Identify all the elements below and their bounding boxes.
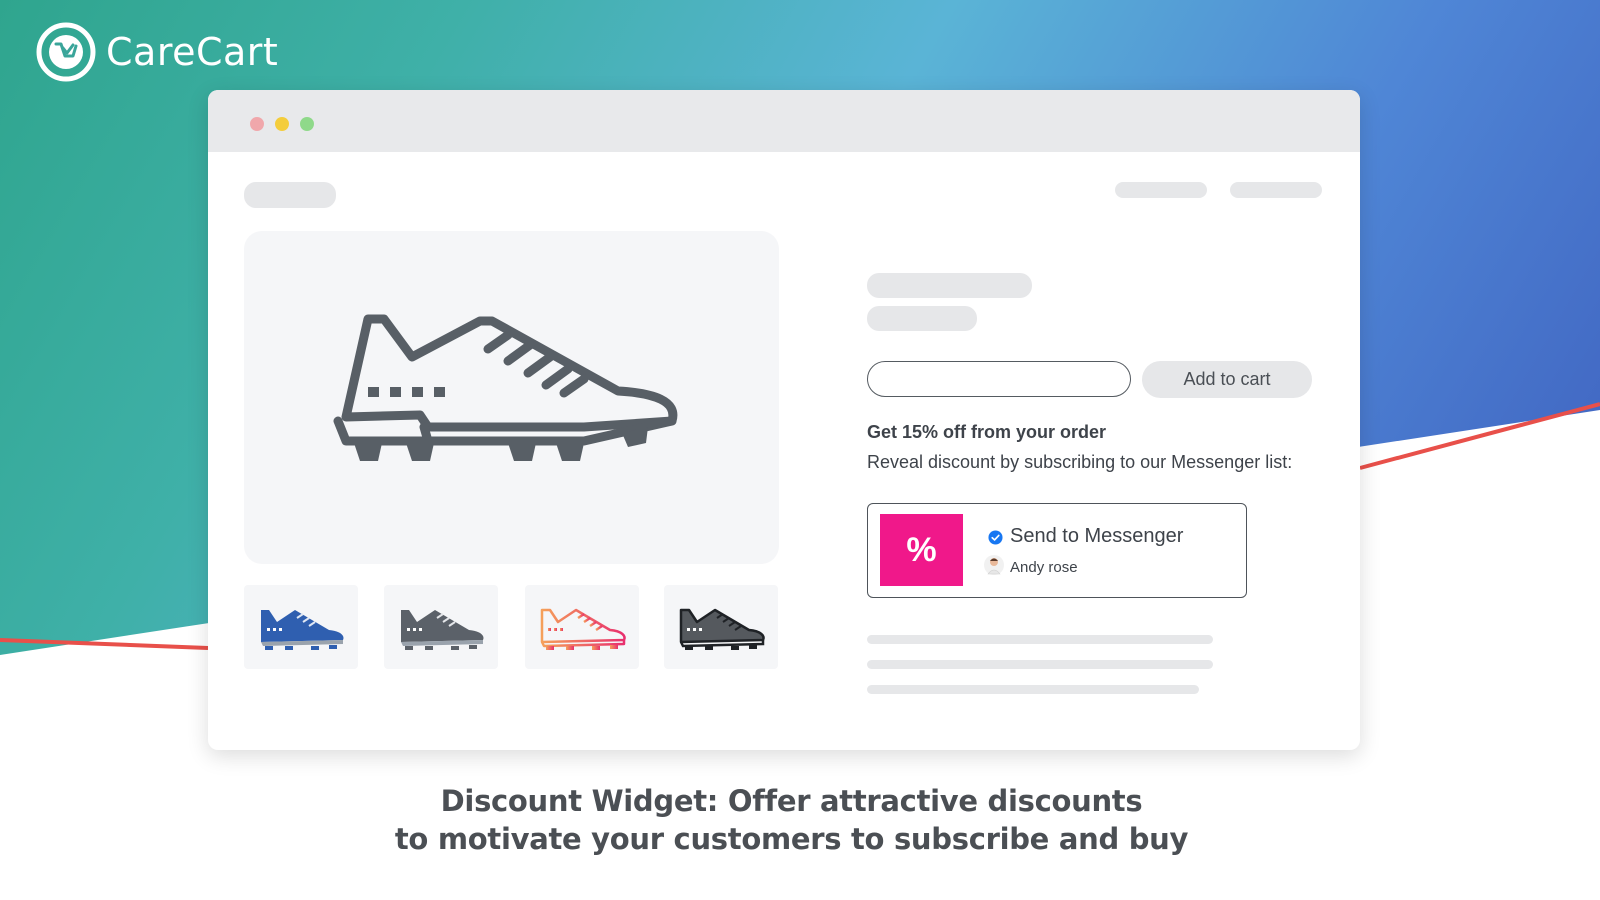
window-close-dot[interactable]: [250, 117, 264, 131]
nav-placeholder-1: [1115, 182, 1207, 198]
description-line-placeholder: [867, 660, 1213, 669]
product-thumbnail[interactable]: [525, 585, 639, 669]
window-minimize-dot[interactable]: [275, 117, 289, 131]
window-maximize-dot[interactable]: [300, 117, 314, 131]
user-name: Andy rose: [1010, 559, 1078, 576]
gray-shoe-icon: [401, 610, 484, 650]
caption-line-2: to motivate your customers to subscribe …: [394, 822, 1189, 856]
brand-logo: CareCart: [34, 20, 278, 84]
caption-line-1: Discount Widget: Offer attractive discou…: [440, 784, 1143, 818]
black-shoe-icon: [679, 608, 765, 650]
product-thumbnail[interactable]: [664, 585, 778, 669]
feature-caption: Discount Widget: Offer attractive discou…: [0, 782, 1583, 858]
quantity-input[interactable]: [867, 361, 1131, 397]
blue-shoe-icon: [261, 610, 344, 650]
discount-badge: %: [880, 514, 963, 586]
messenger-optin-widget[interactable]: % Send to Messenger Andy rose: [867, 503, 1247, 598]
carecart-logo-icon: [36, 22, 96, 82]
browser-title-bar: [208, 90, 1360, 152]
send-to-messenger-label[interactable]: Send to Messenger: [1010, 525, 1183, 548]
product-thumbnail[interactable]: [384, 585, 498, 669]
description-line-placeholder: [867, 635, 1213, 644]
brand-name: CareCart: [106, 30, 279, 74]
product-image: [244, 231, 779, 564]
offer-subtitle: Reveal discount by subscribing to our Me…: [867, 452, 1293, 472]
nav-placeholder-2: [1230, 182, 1322, 198]
user-avatar-icon: [984, 555, 1004, 575]
product-thumbnail[interactable]: [244, 585, 358, 669]
browser-window: Add to cart Get 15% off from your order …: [208, 90, 1360, 750]
cleat-shoe-icon: [333, 314, 678, 461]
offer-title: Get 15% off from your order: [867, 422, 1107, 442]
product-title-placeholder: [867, 273, 1032, 298]
breadcrumb-placeholder: [244, 182, 336, 208]
gradient-shoe-icon: [540, 608, 626, 650]
product-price-placeholder: [867, 306, 977, 331]
verified-check-icon[interactable]: [988, 530, 1003, 545]
description-line-placeholder: [867, 685, 1199, 694]
add-to-cart-button[interactable]: Add to cart: [1142, 361, 1312, 398]
